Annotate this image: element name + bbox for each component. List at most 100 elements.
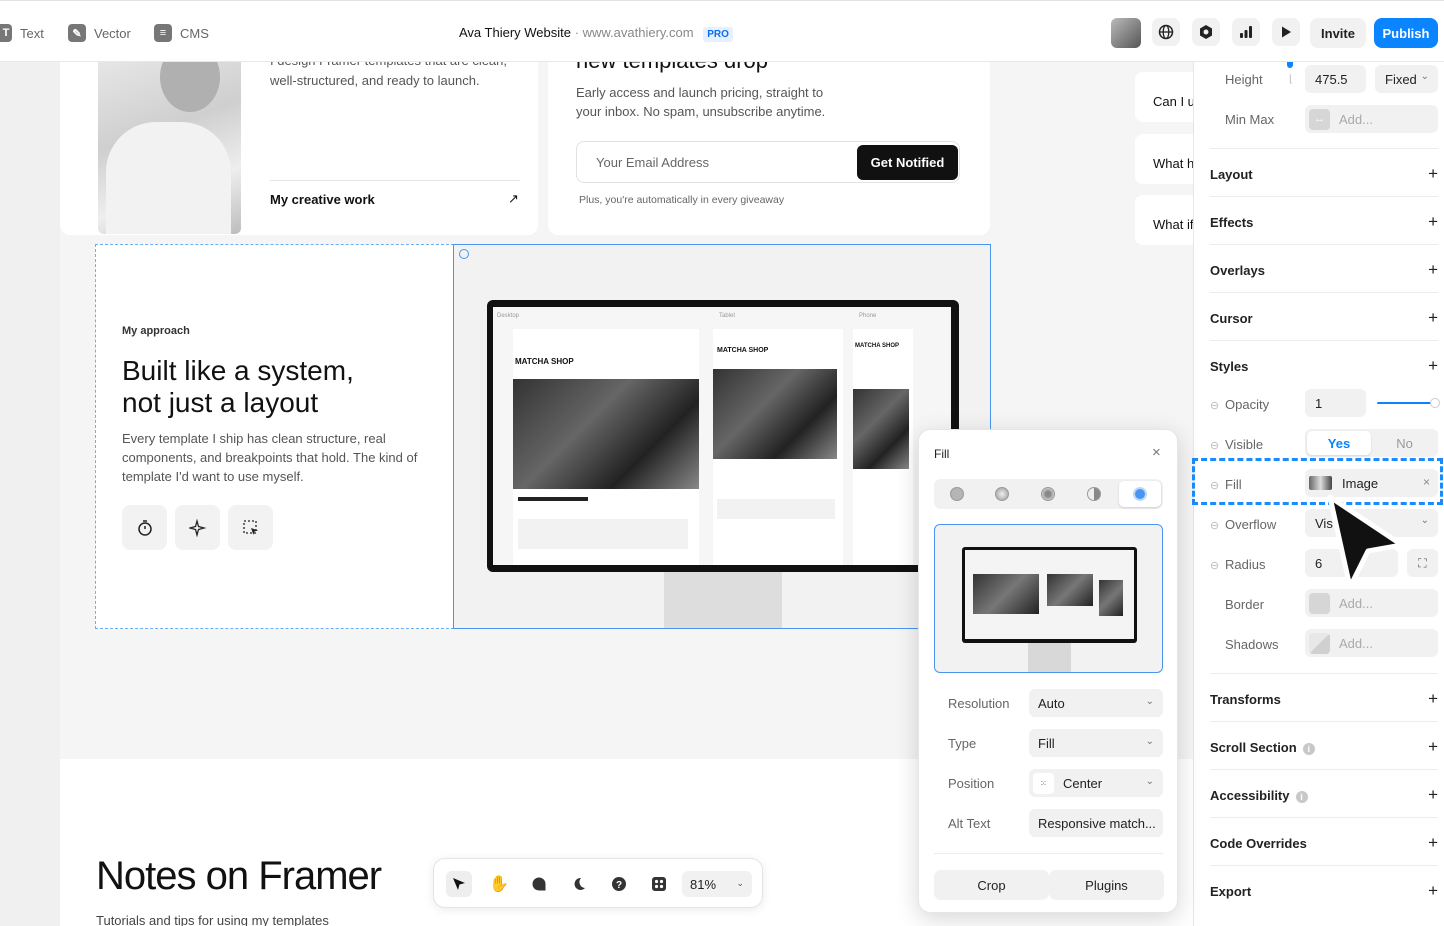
remove-dot-icon[interactable]: ⊖ [1210,559,1219,572]
plus-icon[interactable]: + [1428,689,1438,709]
comment-tool-icon[interactable] [526,871,552,897]
faq-item[interactable]: What h [1135,134,1193,184]
mock-label-desktop: Desktop [497,313,520,319]
preview-button[interactable] [1272,18,1300,46]
text-tool[interactable]: T Text [0,23,44,43]
portrait-image[interactable] [98,62,241,234]
remove-dot-icon[interactable]: ⊖ [1210,479,1219,492]
plugins-button[interactable]: Plugins [1049,870,1164,900]
opacity-value: 1 [1315,395,1323,411]
timer-icon[interactable] [122,505,167,550]
height-input[interactable]: 475.5 [1305,65,1366,93]
scroll-indicator [1287,62,1293,68]
creative-work-link[interactable]: My creative work [270,192,375,207]
hand-tool-icon[interactable]: ✋ [486,871,512,897]
type-select[interactable]: Fill ⌄ [1029,729,1163,757]
section-effects[interactable]: Effects + [1210,212,1438,232]
preview-stand [1028,643,1071,672]
newsletter-heading: new templates drop [576,62,768,74]
approach-text-frame[interactable]: My approach Built like a system, not jus… [95,244,454,629]
giveaway-note: Plus, you're automatically in every give… [579,194,785,206]
site-title[interactable]: Ava Thiery Website · www.avathiery.com P… [459,25,733,42]
moon-icon[interactable] [566,871,592,897]
settings-button[interactable] [1192,18,1220,46]
database-icon: ≡ [154,24,172,42]
image-fill-tab[interactable] [1119,481,1161,507]
plus-icon[interactable]: + [1428,308,1438,328]
plus-icon[interactable]: + [1428,737,1438,757]
info-icon[interactable]: i [1295,790,1308,803]
minmax-input[interactable]: ↔ Add... [1305,105,1438,133]
opacity-slider[interactable] [1377,402,1433,404]
analytics-button[interactable] [1232,18,1260,46]
plus-icon[interactable]: + [1428,881,1438,901]
get-notified-button[interactable]: Get Notified [857,145,958,180]
faq-item[interactable]: What if [1135,195,1193,245]
close-icon[interactable]: × [1423,475,1430,489]
faq-item[interactable]: Can I u [1135,72,1193,122]
slider-thumb[interactable] [1430,398,1440,408]
plus-icon[interactable]: + [1428,833,1438,853]
visible-no[interactable]: No [1373,431,1436,455]
section-layout[interactable]: Layout + [1210,164,1438,184]
arrow-up-right-icon: ↗ [508,191,519,206]
crop-button[interactable]: Crop [934,870,1049,900]
close-icon[interactable]: × [1152,444,1161,461]
fill-label: Fill [1225,477,1242,492]
info-icon[interactable]: i [1302,742,1315,755]
radius-corners-icon[interactable]: ⛶ [1407,549,1438,577]
publish-button[interactable]: Publish [1374,18,1438,48]
remove-dot-icon[interactable]: ⊖ [1210,399,1219,412]
sparkle-icon[interactable] [175,505,220,550]
image-fill-icon [1133,487,1147,501]
plus-icon[interactable]: + [1428,212,1438,232]
divider [270,180,520,181]
opacity-input[interactable]: 1 [1305,389,1366,417]
section-overlays[interactable]: Overlays + [1210,260,1438,280]
resolution-select[interactable]: Auto ⌄ [1029,689,1163,717]
plus-icon[interactable]: + [1428,785,1438,805]
section-styles[interactable]: Styles + [1210,356,1438,376]
solid-fill-icon[interactable] [950,487,964,501]
section-scroll-section[interactable]: Scroll Section i + [1210,737,1438,757]
position-value: Center [1063,775,1103,791]
linear-fill-icon[interactable] [1087,487,1101,501]
grid-icon[interactable] [646,871,672,897]
select-cursor-icon[interactable] [228,505,273,550]
plus-icon[interactable]: + [1428,164,1438,184]
cursor-tool-icon[interactable] [446,871,472,897]
conic-fill-icon[interactable] [1041,487,1055,501]
frame-handle[interactable] [459,249,469,259]
plus-icon[interactable]: + [1428,260,1438,280]
notes-title: Notes on Framer [96,854,382,898]
help-icon[interactable]: ? [606,871,632,897]
radial-fill-icon[interactable] [995,487,1009,501]
remove-dot-icon[interactable]: ⊖ [1210,519,1219,532]
zoom-select[interactable]: 81% ⌄ [682,871,752,897]
invite-button[interactable]: Invite [1310,18,1366,48]
remove-dot-icon[interactable]: ⊖ [1210,439,1219,452]
section-transforms[interactable]: Transforms + [1210,689,1438,709]
email-input[interactable]: Your Email Address [596,155,709,170]
avatar[interactable] [1111,18,1141,48]
position-select[interactable]: ⁙ Center ⌄ [1029,769,1163,797]
plus-icon[interactable]: + [1428,356,1438,376]
section-code-overrides[interactable]: Code Overrides + [1210,833,1438,853]
cms-tool[interactable]: ≡ CMS [154,23,209,43]
section-label: Scroll Section [1210,740,1297,755]
section-cursor[interactable]: Cursor + [1210,308,1438,328]
vector-tool[interactable]: ✎ Vector [68,23,131,43]
visible-yes[interactable]: Yes [1307,431,1371,455]
preview-screen [965,550,1134,639]
shadows-input[interactable]: Add... [1305,629,1438,657]
alt-text-input[interactable]: Responsive match... [1029,809,1163,837]
approach-image-frame[interactable]: MATCHA SHOP Desktop MATCHA SHOP Tablet M… [453,244,991,629]
section-accessibility[interactable]: Accessibility i + [1210,785,1438,805]
chevron-down-icon: ⌄ [1145,776,1154,787]
section-export[interactable]: Export + [1210,881,1438,901]
border-label: Border [1225,597,1265,612]
minmax-placeholder: Add... [1339,111,1373,127]
globe-button[interactable] [1152,18,1180,46]
image-preview[interactable] [934,524,1163,673]
height-mode-select[interactable]: Fixed ⌄ [1375,65,1438,93]
